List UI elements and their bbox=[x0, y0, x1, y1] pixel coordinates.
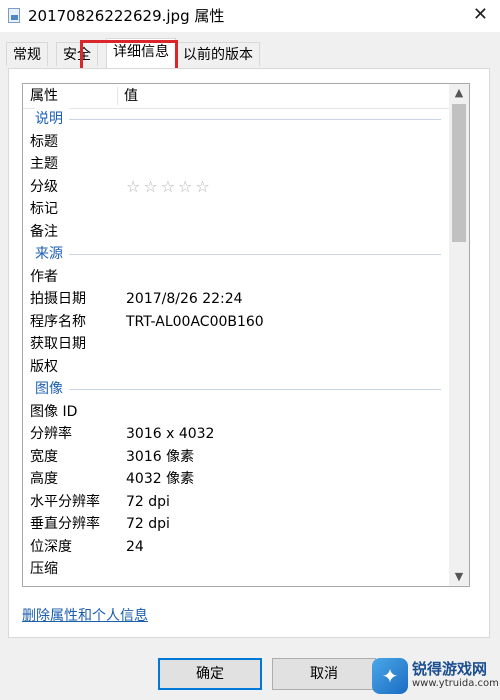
property-name: 标记 bbox=[30, 201, 58, 217]
property-row[interactable]: 宽度 3016 像素 bbox=[23, 446, 449, 469]
property-value[interactable]: 72 dpi bbox=[126, 491, 170, 514]
property-row[interactable]: 水平分辨率 72 dpi bbox=[23, 491, 449, 514]
property-row[interactable]: 标题 bbox=[23, 131, 449, 154]
property-row[interactable]: 压缩 bbox=[23, 558, 449, 581]
property-name: 作者 bbox=[30, 268, 58, 285]
property-name: 高度 bbox=[30, 471, 58, 487]
cancel-button[interactable]: 取消 bbox=[272, 658, 376, 690]
property-value[interactable]: TRT-AL00AC00B160 bbox=[126, 311, 264, 334]
property-value[interactable]: 2017/8/26 22:24 bbox=[126, 288, 243, 311]
group-divider bbox=[35, 254, 441, 255]
property-value[interactable]: 3016 x 4032 bbox=[126, 423, 214, 446]
ok-button[interactable]: 确定 bbox=[158, 658, 262, 690]
group-label: 图像 bbox=[35, 378, 69, 401]
column-divider[interactable] bbox=[117, 87, 118, 105]
watermark: ✦ 锐得游戏网 www.ytruida.com bbox=[372, 656, 499, 696]
property-row[interactable]: 分级 ☆☆☆☆☆ bbox=[23, 176, 449, 199]
group-description: 说明 bbox=[23, 108, 449, 131]
property-row[interactable]: 作者 bbox=[23, 266, 449, 289]
property-name: 水平分辨率 bbox=[30, 493, 100, 510]
property-rows: 说明 标题 主题 分级 ☆☆☆☆☆ 标记 备注 来源 作者 拍摄日期 2017/… bbox=[23, 108, 449, 586]
property-row[interactable]: 备注 bbox=[23, 221, 449, 244]
tab-general[interactable]: 常规 bbox=[6, 42, 48, 66]
watermark-url: www.ytruida.com bbox=[412, 678, 499, 689]
property-value[interactable]: 24 bbox=[126, 536, 144, 559]
property-name: 标题 bbox=[30, 133, 58, 150]
group-divider bbox=[35, 119, 441, 120]
tab-strip: 常规 安全 详细信息 以前的版本 bbox=[0, 38, 500, 68]
property-name: 获取日期 bbox=[30, 336, 86, 352]
tab-details[interactable]: 详细信息 bbox=[106, 38, 176, 68]
property-row[interactable]: 图像 ID bbox=[23, 401, 449, 424]
property-name: 垂直分辨率 bbox=[30, 516, 100, 532]
close-icon[interactable]: ✕ bbox=[473, 4, 488, 25]
property-name: 位深度 bbox=[30, 538, 72, 555]
vertical-scrollbar[interactable]: ▲ ▼ bbox=[449, 84, 469, 586]
property-row[interactable]: 版权 bbox=[23, 356, 449, 379]
column-header-value[interactable]: 值 bbox=[124, 84, 138, 108]
property-row[interactable]: 垂直分辨率 72 dpi bbox=[23, 513, 449, 536]
property-list[interactable]: 属性 值 说明 标题 主题 分级 ☆☆☆☆☆ 标记 备注 来源 作者 拍摄日期 … bbox=[22, 83, 470, 587]
property-row[interactable]: 标记 bbox=[23, 198, 449, 221]
property-name: 分辨率 bbox=[30, 426, 72, 442]
property-row[interactable]: 拍摄日期 2017/8/26 22:24 bbox=[23, 288, 449, 311]
property-value[interactable]: 3016 像素 bbox=[126, 446, 194, 469]
property-value[interactable]: 72 dpi bbox=[126, 513, 170, 536]
list-header: 属性 值 bbox=[23, 84, 449, 109]
chevron-down-icon[interactable]: ▼ bbox=[449, 568, 469, 586]
group-origin: 来源 bbox=[23, 243, 449, 266]
group-label: 来源 bbox=[35, 243, 69, 266]
property-row[interactable]: 程序名称 TRT-AL00AC00B160 bbox=[23, 311, 449, 334]
property-name: 分级 bbox=[30, 178, 58, 195]
property-name: 主题 bbox=[30, 156, 58, 172]
tab-previous-versions[interactable]: 以前的版本 bbox=[176, 42, 260, 66]
rating-stars[interactable]: ☆☆☆☆☆ bbox=[126, 176, 213, 199]
property-value[interactable]: 4032 像素 bbox=[126, 468, 194, 491]
property-name: 图像 ID bbox=[30, 403, 78, 420]
property-row[interactable]: 主题 bbox=[23, 153, 449, 176]
column-header-property[interactable]: 属性 bbox=[30, 84, 58, 108]
image-file-icon bbox=[8, 8, 20, 23]
gamepad-icon: ✦ bbox=[372, 658, 408, 694]
group-label: 说明 bbox=[35, 108, 69, 131]
property-name: 拍摄日期 bbox=[30, 291, 86, 307]
group-image: 图像 bbox=[23, 378, 449, 401]
property-row[interactable]: 位深度 24 bbox=[23, 536, 449, 559]
property-row[interactable]: 获取日期 bbox=[23, 333, 449, 356]
group-divider bbox=[35, 389, 441, 390]
watermark-title: 锐得游戏网 bbox=[412, 660, 488, 678]
property-name: 版权 bbox=[30, 358, 58, 375]
scrollbar-thumb[interactable] bbox=[452, 104, 466, 242]
title-bar: 20170826222629.jpg 属性 ✕ bbox=[0, 0, 500, 32]
remove-properties-link[interactable]: 删除属性和个人信息 bbox=[22, 605, 148, 625]
chevron-up-icon[interactable]: ▲ bbox=[449, 84, 469, 102]
property-row[interactable]: 分辨率 3016 x 4032 bbox=[23, 423, 449, 446]
property-name: 压缩 bbox=[30, 561, 58, 577]
property-name: 宽度 bbox=[30, 448, 58, 465]
property-row[interactable]: 高度 4032 像素 bbox=[23, 468, 449, 491]
window-title: 20170826222629.jpg 属性 bbox=[28, 7, 225, 25]
tab-security[interactable]: 安全 bbox=[56, 42, 98, 66]
property-name: 备注 bbox=[30, 223, 58, 240]
property-name: 程序名称 bbox=[30, 313, 86, 330]
